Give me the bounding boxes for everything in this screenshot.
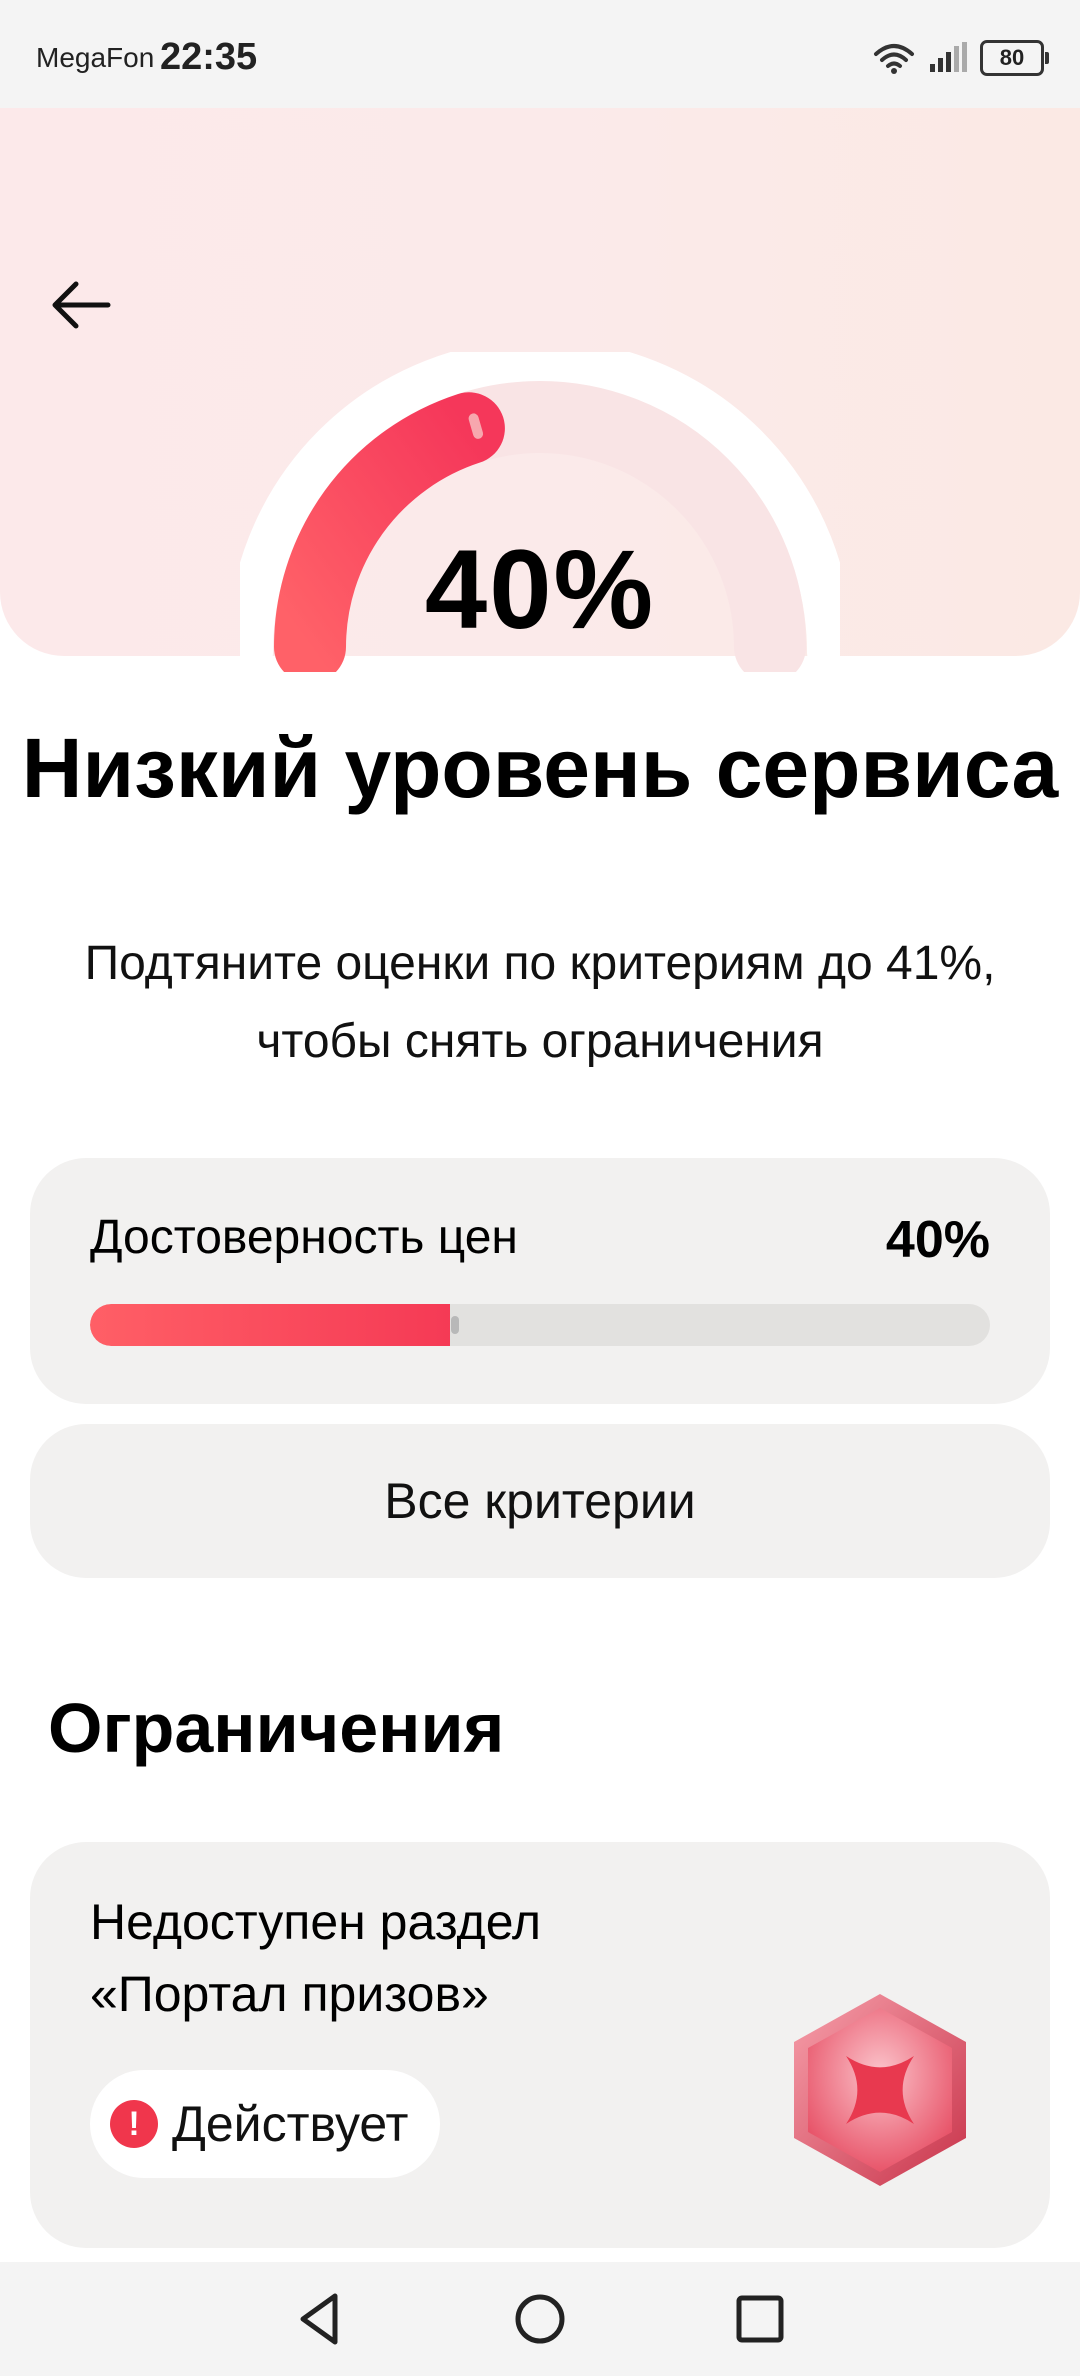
status-time: 22:35 bbox=[160, 36, 258, 78]
gauge-target-mark bbox=[468, 413, 484, 439]
restriction-text: Недоступен раздел «Портал призов» bbox=[90, 1894, 542, 2022]
signal-icon bbox=[930, 42, 967, 72]
criterion-target-mark bbox=[451, 1316, 459, 1334]
nav-recents-icon[interactable] bbox=[725, 2284, 795, 2354]
restriction-status-badge: ! Действует bbox=[90, 2070, 441, 2178]
alert-icon: ! bbox=[110, 2100, 158, 2148]
restrictions-heading: Ограничения bbox=[48, 1689, 505, 1767]
page-title: Низкий уровень сервиса bbox=[21, 721, 1059, 815]
wifi-icon bbox=[874, 44, 914, 74]
status-bar: MegaFon 22:35 80 bbox=[0, 0, 1080, 108]
battery-icon: 80 bbox=[980, 40, 1049, 76]
all-criteria-button[interactable]: Все критерии bbox=[30, 1424, 1050, 1578]
page-subtitle: Подтяните оценки по критериям до 41%, чт… bbox=[84, 937, 996, 1068]
status-icons: 80 bbox=[872, 38, 1049, 78]
restriction-status-label: Действует bbox=[172, 2096, 409, 2152]
criterion-label: Достоверность цен bbox=[90, 1211, 518, 1264]
carrier-name: MegaFon bbox=[36, 42, 155, 73]
gauge-value: 40% bbox=[424, 527, 656, 652]
back-arrow-icon[interactable] bbox=[46, 270, 116, 340]
nav-back-icon[interactable] bbox=[285, 2284, 355, 2354]
criterion-progress-fill bbox=[90, 1304, 450, 1346]
criterion-card[interactable]: Достоверность цен 40% bbox=[30, 1158, 1050, 1404]
restriction-card[interactable]: Недоступен раздел «Портал призов» ! Дейс… bbox=[30, 1842, 1050, 2248]
prize-portal-hexagon-icon bbox=[794, 1994, 966, 2186]
system-nav-bar bbox=[0, 2262, 1080, 2376]
criterion-progress-bar bbox=[90, 1304, 990, 1346]
nav-home-icon[interactable] bbox=[505, 2284, 575, 2354]
criterion-value: 40% bbox=[885, 1211, 990, 1269]
